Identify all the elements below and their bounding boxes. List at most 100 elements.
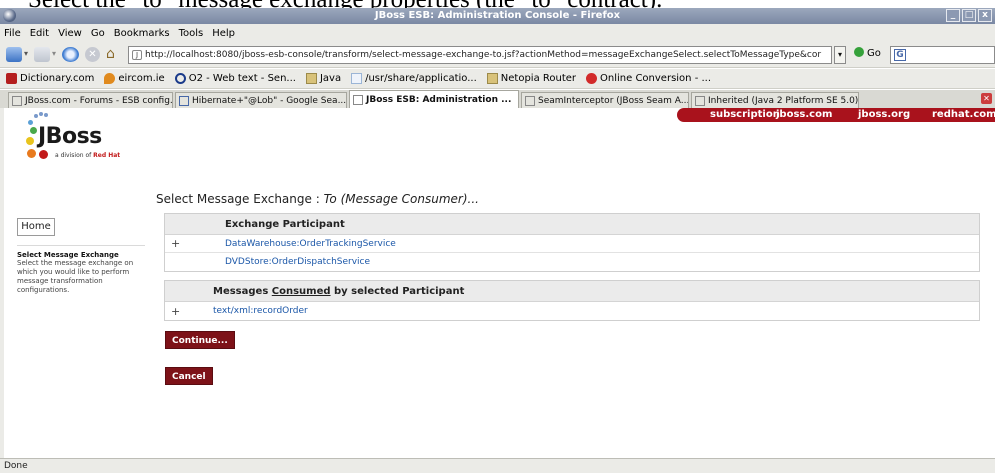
menu-bar: File Edit View Go Bookmarks Tools Help xyxy=(0,24,995,42)
messages-table: Messages Consumed by selected Participan… xyxy=(164,280,980,321)
page-favicon-icon xyxy=(12,95,22,106)
logo-wordmark: JBoss xyxy=(38,124,102,149)
link-jboss-com[interactable]: jboss.com xyxy=(776,108,832,122)
url-bar[interactable]: J http://localhost:8080/jboss-esb-consol… xyxy=(128,46,832,64)
tab-label: JBoss ESB: Administration ... xyxy=(366,94,512,105)
back-dropdown-icon[interactable]: ▾ xyxy=(24,49,30,64)
sidebar-section-description: Select the message exchange on which you… xyxy=(17,259,134,294)
caption-text: Select the "to" message exchange propert… xyxy=(0,0,995,8)
continue-button[interactable]: Continue... xyxy=(165,331,235,349)
message-link[interactable]: text/xml:recordOrder xyxy=(213,306,308,316)
page-icon xyxy=(351,73,363,84)
participant-link[interactable]: DataWarehouse:OrderTrackingService xyxy=(225,239,396,249)
tab-strip: JBoss.com - Forums - ESB config... Hiber… xyxy=(0,90,995,108)
table-row[interactable]: + DataWarehouse:OrderTrackingService xyxy=(165,235,979,253)
tab-jboss-forums[interactable]: JBoss.com - Forums - ESB config... xyxy=(8,92,173,108)
close-tab-icon[interactable]: ✕ xyxy=(981,93,992,104)
bookmark-item[interactable]: /usr/share/applicatio... xyxy=(351,73,477,84)
tab-label: SeamInterceptor (JBoss Seam A... xyxy=(538,95,689,106)
folder-icon xyxy=(486,73,498,84)
go-label: Go xyxy=(867,48,881,59)
page-title: Select Message Exchange : To (Message Co… xyxy=(156,192,479,206)
bookmark-item[interactable]: Java xyxy=(305,73,342,84)
table-header-label: Messages Consumed by selected Participan… xyxy=(213,286,464,297)
table-header: Messages Consumed by selected Participan… xyxy=(165,281,979,302)
dictionary-icon xyxy=(6,73,17,84)
page-title-prefix: Select Message Exchange : xyxy=(156,192,324,206)
header-text-after: by selected Participant xyxy=(330,285,465,297)
logo-dot xyxy=(30,127,37,134)
home-icon[interactable]: ⌂ xyxy=(106,47,123,62)
expand-marker[interactable]: + xyxy=(165,305,213,318)
bookmark-label: eircom.ie xyxy=(118,73,165,84)
forward-dropdown-icon[interactable]: ▾ xyxy=(52,49,58,64)
table-row[interactable]: DVDStore:OrderDispatchService xyxy=(165,253,979,271)
window-controls: _ □ x xyxy=(946,9,992,22)
bookmark-item[interactable]: Netopia Router xyxy=(486,73,577,84)
logo-tagline-brand: Red Hat xyxy=(93,152,121,159)
stop-icon[interactable]: ✕ xyxy=(85,47,100,62)
google-favicon-icon xyxy=(179,95,189,106)
tab-jboss-esb-console[interactable]: JBoss ESB: Administration ... xyxy=(349,90,519,108)
header-text-underlined: Consumed xyxy=(271,285,331,297)
maximize-button[interactable]: □ xyxy=(962,9,976,22)
minimize-button[interactable]: _ xyxy=(946,9,960,22)
sidebar-section-title: Select Message Exchange xyxy=(17,251,119,259)
tab-inherited[interactable]: Inherited (Java 2 Platform SE 5.0) xyxy=(691,92,859,108)
forward-icon[interactable] xyxy=(34,47,50,62)
bookmark-item[interactable]: eircom.ie xyxy=(104,73,165,84)
bookmark-label: O2 - Web text - Sen... xyxy=(188,73,296,84)
tab-label: JBoss.com - Forums - ESB config... xyxy=(25,95,173,106)
status-bar: Done xyxy=(0,458,995,473)
menu-bookmarks[interactable]: Bookmarks xyxy=(114,28,170,39)
bookmark-label: Online Conversion - ... xyxy=(600,73,712,84)
home-button[interactable]: Home xyxy=(17,218,55,236)
menu-tools[interactable]: Tools xyxy=(179,28,204,39)
search-input[interactable]: G xyxy=(890,46,995,64)
link-subscription[interactable]: subscription xyxy=(710,108,780,122)
firefox-logo-icon xyxy=(3,9,16,22)
bookmark-label: /usr/share/applicatio... xyxy=(365,73,477,84)
bookmark-item[interactable]: Dictionary.com xyxy=(6,73,94,84)
expand-marker[interactable]: + xyxy=(165,237,225,250)
window-titlebar: JBoss ESB: Administration Console - Fire… xyxy=(0,8,995,24)
logo-tagline: a division of Red Hat xyxy=(55,152,120,159)
logo-dot xyxy=(39,112,43,116)
o2-icon xyxy=(174,73,186,84)
table-row[interactable]: + text/xml:recordOrder xyxy=(165,302,979,320)
close-window-button[interactable]: x xyxy=(978,9,992,22)
bookmark-item[interactable]: O2 - Web text - Sen... xyxy=(174,73,296,84)
url-history-dropdown-icon[interactable]: ▾ xyxy=(834,46,846,64)
menu-go[interactable]: Go xyxy=(91,28,105,39)
page-icon xyxy=(525,95,535,106)
page-favicon-icon: J xyxy=(132,50,142,60)
logo-dot xyxy=(34,114,38,118)
reload-icon[interactable] xyxy=(62,47,79,62)
tab-label: Hibernate+"@Lob" - Google Sea... xyxy=(192,95,347,106)
sidebar: Home Select Message Exchange Select the … xyxy=(17,218,147,295)
go-button[interactable]: Go xyxy=(854,47,881,59)
tab-google-search[interactable]: Hibernate+"@Lob" - Google Sea... xyxy=(175,92,347,108)
page-title-italic: To (Message Consumer)... xyxy=(323,192,479,206)
url-text[interactable]: http://localhost:8080/jboss-esb-console/… xyxy=(145,50,821,60)
participant-link[interactable]: DVDStore:OrderDispatchService xyxy=(225,257,370,267)
link-jboss-org[interactable]: jboss.org xyxy=(858,108,910,122)
cancel-button[interactable]: Cancel xyxy=(165,367,213,385)
tab-seam-interceptor[interactable]: SeamInterceptor (JBoss Seam A... xyxy=(521,92,689,108)
menu-help[interactable]: Help xyxy=(212,28,235,39)
menu-view[interactable]: View xyxy=(58,28,82,39)
link-redhat-com[interactable]: redhat.com xyxy=(932,108,995,122)
google-search-icon[interactable]: G xyxy=(894,49,906,61)
logo-dot xyxy=(39,150,48,159)
menu-file[interactable]: File xyxy=(4,28,21,39)
tab-label: Inherited (Java 2 Platform SE 5.0) xyxy=(708,95,859,106)
bookmark-label: Netopia Router xyxy=(500,73,577,84)
bookmark-item[interactable]: Online Conversion - ... xyxy=(586,73,711,84)
menu-edit[interactable]: Edit xyxy=(30,28,49,39)
header-text-before: Messages xyxy=(213,285,272,297)
back-icon[interactable] xyxy=(6,47,22,62)
table-header: Exchange Participant xyxy=(165,214,979,235)
logo-dot xyxy=(26,137,34,145)
bookmark-label: Java xyxy=(319,73,342,84)
navigation-toolbar: ▾ ▾ ✕ ⌂ J http://localhost:8080/jboss-es… xyxy=(0,42,995,68)
